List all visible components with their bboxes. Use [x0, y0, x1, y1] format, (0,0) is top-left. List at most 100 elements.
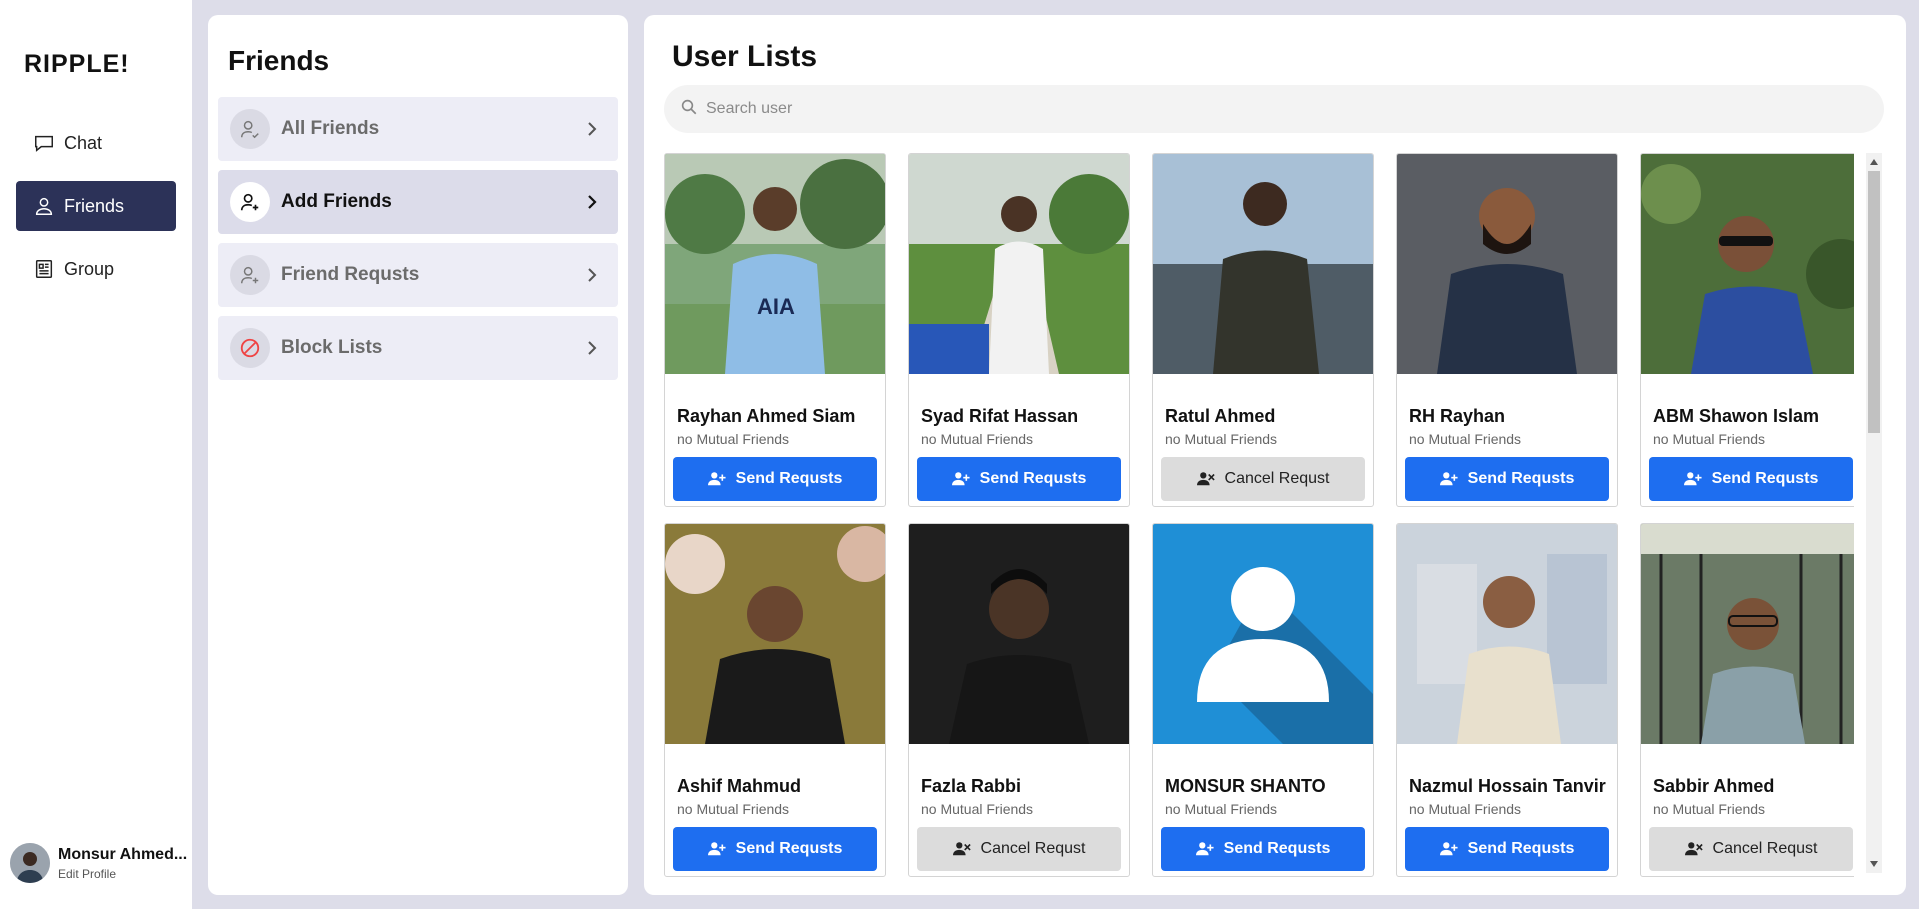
main-nav: Chat Friends Group	[16, 118, 176, 307]
edit-profile-link[interactable]: Edit Profile	[58, 867, 187, 881]
send-request-button[interactable]: Send Requsts	[1649, 457, 1853, 501]
nav-item-label: Friends	[64, 195, 125, 216]
menu-item-label: Friend Requsts	[281, 264, 420, 285]
user-plus-icon	[230, 182, 270, 222]
user-plus-icon	[951, 471, 970, 487]
user-plus-icon	[707, 471, 726, 487]
user-name: Fazla Rabbi	[921, 776, 1022, 796]
user-card: Nazmul Hossain Tanvir no Mutual Friends …	[1396, 523, 1618, 877]
svg-text:AIA: AIA	[757, 294, 795, 319]
cancel-request-button[interactable]: Cancel Requst	[917, 827, 1121, 871]
menu-item-block-lists[interactable]: Block Lists	[218, 316, 618, 380]
menu-item-label: Block Lists	[281, 337, 383, 358]
mutual-friends-text: no Mutual Friends	[1409, 801, 1522, 817]
user-card: MONSUR SHANTO no Mutual Friends Send Req…	[1152, 523, 1374, 877]
user-plus-icon	[230, 255, 270, 295]
user-photo	[1641, 524, 1854, 744]
avatar[interactable]	[10, 843, 50, 883]
send-request-button[interactable]: Send Requsts	[917, 457, 1121, 501]
sidebar: RIPPLE! Chat Friends Group Monsur Ahmed.…	[0, 0, 192, 909]
user-photo	[1397, 524, 1617, 744]
user-xmark-icon	[1196, 471, 1215, 487]
scrollbar-thumb[interactable]	[1868, 171, 1880, 433]
default-avatar-photo	[1153, 524, 1373, 744]
app-logo: RIPPLE!	[24, 50, 130, 78]
nav-item-label: Group	[64, 258, 115, 279]
user-plus-icon	[707, 841, 726, 857]
user-icon	[32, 194, 56, 218]
button-label: Send Requsts	[979, 470, 1087, 487]
nav-item-group[interactable]: Group	[16, 244, 176, 294]
chat-bubble-icon	[32, 131, 56, 155]
nav-item-friends[interactable]: Friends	[16, 181, 176, 231]
send-request-button[interactable]: Send Requsts	[1405, 827, 1609, 871]
button-label: Send Requsts	[1467, 470, 1575, 487]
chevron-right-icon	[574, 121, 610, 137]
user-card: Ashif Mahmud no Mutual Friends Send Requ…	[664, 523, 886, 877]
user-card: RH Rayhan no Mutual Friends Send Requsts	[1396, 153, 1618, 507]
search-input[interactable]	[706, 100, 1806, 118]
user-photo	[665, 524, 885, 744]
cancel-request-button[interactable]: Cancel Requst	[1649, 827, 1853, 871]
send-request-button[interactable]: Send Requsts	[673, 827, 877, 871]
button-label: Cancel Requst	[1712, 840, 1818, 857]
user-lists-panel: User Lists AIA Rayhan Ahmed Siam no Mutu…	[644, 15, 1906, 895]
mutual-friends-text: no Mutual Friends	[921, 801, 1034, 817]
send-request-button[interactable]: Send Requsts	[1405, 457, 1609, 501]
user-name: Nazmul Hossain Tanvir	[1409, 776, 1606, 796]
user-card: ABM Shawon Islam no Mutual Friends Send …	[1640, 153, 1854, 507]
menu-item-add-friends[interactable]: Add Friends	[218, 170, 618, 234]
user-lists-title: User Lists	[672, 40, 818, 73]
menu-item-label: Add Friends	[281, 191, 392, 212]
menu-item-label: All Friends	[281, 118, 380, 139]
user-name: Ashif Mahmud	[677, 776, 801, 796]
mutual-friends-text: no Mutual Friends	[1165, 801, 1278, 817]
profile-block[interactable]: Monsur Ahmed... Edit Profile	[10, 843, 188, 883]
user-name: RH Rayhan	[1409, 406, 1506, 426]
friends-menu: All Friends Add Friends Friend Requsts B…	[218, 97, 618, 389]
user-card: AIA Rayhan Ahmed Siam no Mutual Friends …	[664, 153, 886, 507]
user-card: Syad Rifat Hassan no Mutual Friends Send…	[908, 153, 1130, 507]
menu-item-friend-requests[interactable]: Friend Requsts	[218, 243, 618, 307]
user-name: Sabbir Ahmed	[1653, 776, 1775, 796]
mutual-friends-text: no Mutual Friends	[1653, 801, 1766, 817]
user-plus-icon	[1683, 471, 1702, 487]
user-card: Ratul Ahmed no Mutual Friends Cancel Req…	[1152, 153, 1374, 507]
send-request-button[interactable]: Send Requsts	[1161, 827, 1365, 871]
user-photo	[909, 154, 1129, 374]
button-label: Send Requsts	[1223, 840, 1331, 857]
menu-item-all-friends[interactable]: All Friends	[218, 97, 618, 161]
chevron-right-icon	[574, 340, 610, 356]
user-photo	[1153, 154, 1373, 374]
nav-item-chat[interactable]: Chat	[16, 118, 176, 168]
mutual-friends-text: no Mutual Friends	[677, 801, 790, 817]
user-name: Syad Rifat Hassan	[921, 406, 1079, 426]
user-xmark-icon	[1684, 841, 1703, 857]
user-name: ABM Shawon Islam	[1653, 406, 1820, 426]
user-card: Sabbir Ahmed no Mutual Friends Cancel Re…	[1640, 523, 1854, 877]
scroll-up-arrow[interactable]	[1870, 159, 1878, 165]
send-request-button[interactable]: Send Requsts	[673, 457, 877, 501]
button-label: Send Requsts	[1467, 840, 1575, 857]
user-grid: AIA Rayhan Ahmed Siam no Mutual Friends …	[664, 153, 1854, 895]
ban-icon	[230, 328, 270, 368]
search-icon	[680, 98, 698, 121]
user-photo	[1641, 154, 1854, 374]
user-name: Rayhan Ahmed Siam	[677, 406, 856, 426]
friends-panel: Friends All Friends Add Friends Friend R…	[208, 15, 628, 895]
user-plus-icon	[1439, 471, 1458, 487]
vertical-scrollbar[interactable]	[1866, 153, 1882, 873]
mutual-friends-text: no Mutual Friends	[677, 431, 790, 447]
scroll-down-arrow[interactable]	[1870, 861, 1878, 867]
user-photo	[1397, 154, 1617, 374]
user-xmark-icon	[952, 841, 971, 857]
search-bar[interactable]	[664, 85, 1884, 133]
chevron-right-icon	[574, 267, 610, 283]
mutual-friends-text: no Mutual Friends	[1409, 431, 1522, 447]
cancel-request-button[interactable]: Cancel Requst	[1161, 457, 1365, 501]
user-plus-icon	[1439, 841, 1458, 857]
user-plus-icon	[1195, 841, 1214, 857]
user-name: MONSUR SHANTO	[1165, 776, 1326, 796]
newspaper-icon	[32, 257, 56, 281]
chevron-right-icon	[574, 194, 610, 210]
